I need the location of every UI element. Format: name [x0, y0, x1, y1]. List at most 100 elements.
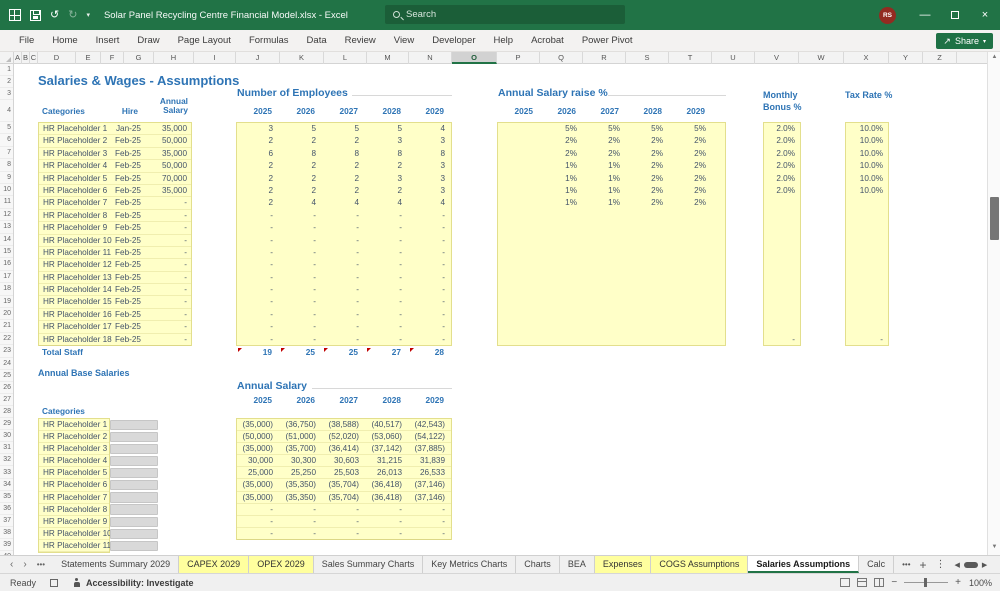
- cell[interactable]: [846, 321, 888, 333]
- cell[interactable]: 2%: [627, 173, 670, 185]
- cell[interactable]: [627, 334, 670, 346]
- row-header-2[interactable]: 2: [0, 76, 13, 88]
- row-header-27[interactable]: 27: [0, 394, 13, 406]
- sheet-prev-icon[interactable]: ‹: [10, 556, 13, 573]
- cell[interactable]: 3: [409, 173, 452, 185]
- select-all-corner[interactable]: [0, 52, 14, 64]
- base-salary-label[interactable]: HR Placeholder 2: [39, 431, 109, 444]
- cell[interactable]: [498, 235, 541, 247]
- column-header-W[interactable]: W: [799, 52, 844, 64]
- cell[interactable]: -: [280, 321, 323, 333]
- cell[interactable]: [764, 197, 800, 209]
- cell[interactable]: -: [237, 296, 280, 308]
- cell[interactable]: -: [280, 235, 323, 247]
- cell[interactable]: [584, 259, 627, 271]
- cell[interactable]: -: [237, 210, 280, 222]
- employees-total-cell[interactable]: 25: [322, 346, 365, 359]
- base-salary-label[interactable]: HR Placeholder 3: [39, 443, 109, 456]
- row-header-35[interactable]: 35: [0, 491, 13, 503]
- cell[interactable]: [584, 247, 627, 259]
- cell[interactable]: -: [280, 504, 323, 515]
- cell[interactable]: [584, 235, 627, 247]
- cell[interactable]: -: [366, 296, 409, 308]
- cell[interactable]: [627, 222, 670, 234]
- cell[interactable]: Feb-25: [113, 185, 143, 196]
- row-header-38[interactable]: 38: [0, 527, 13, 540]
- cell[interactable]: [846, 235, 888, 247]
- row-header-24[interactable]: 24: [0, 358, 13, 370]
- row-header-16[interactable]: 16: [0, 258, 13, 271]
- sheet-tab-calc[interactable]: Calc: [859, 556, 895, 573]
- cell[interactable]: 2: [280, 185, 323, 197]
- cell[interactable]: 5%: [670, 123, 713, 135]
- cell[interactable]: 8: [409, 148, 452, 160]
- zoom-slider[interactable]: [904, 578, 949, 587]
- row-header-18[interactable]: 18: [0, 283, 13, 296]
- cell[interactable]: [627, 247, 670, 259]
- cell[interactable]: 30,300: [280, 455, 323, 466]
- row-header-21[interactable]: 21: [0, 320, 13, 333]
- cell[interactable]: [846, 222, 888, 234]
- cell[interactable]: -: [280, 516, 323, 527]
- cell[interactable]: -: [409, 247, 452, 259]
- cell[interactable]: -: [237, 334, 280, 346]
- cell[interactable]: [541, 334, 584, 346]
- cell[interactable]: -: [280, 210, 323, 222]
- hscroll-thumb[interactable]: [963, 561, 978, 568]
- cell[interactable]: -: [237, 272, 280, 284]
- cell[interactable]: -: [237, 222, 280, 234]
- scroll-down-icon[interactable]: ▼: [988, 542, 1000, 553]
- cell[interactable]: 2: [323, 173, 366, 185]
- cell[interactable]: -: [409, 516, 452, 527]
- cell[interactable]: [498, 259, 541, 271]
- cell[interactable]: -: [237, 309, 280, 321]
- column-header-R[interactable]: R: [583, 52, 626, 64]
- cell[interactable]: -: [280, 247, 323, 259]
- cell[interactable]: -: [409, 235, 452, 247]
- cell[interactable]: (36,418): [366, 492, 409, 503]
- cell[interactable]: -: [323, 284, 366, 296]
- cell[interactable]: 2: [237, 197, 280, 209]
- column-header-Q[interactable]: Q: [540, 52, 583, 64]
- cell[interactable]: (53,060): [366, 431, 409, 442]
- cell[interactable]: 5: [280, 123, 323, 135]
- page-break-view-icon[interactable]: [874, 578, 885, 587]
- cell[interactable]: -: [323, 309, 366, 321]
- cell[interactable]: 50,000: [143, 135, 191, 146]
- cell[interactable]: [627, 296, 670, 308]
- base-salary-input-cell[interactable]: [110, 516, 158, 527]
- cell[interactable]: 10.0%: [846, 123, 888, 135]
- cell[interactable]: (35,000): [237, 443, 280, 454]
- column-header-F[interactable]: F: [101, 52, 124, 64]
- ribbon-tab-data[interactable]: Data: [298, 30, 336, 51]
- base-salary-input-cell[interactable]: [110, 528, 158, 539]
- cell[interactable]: [584, 309, 627, 321]
- cell[interactable]: 35,000: [143, 185, 191, 196]
- cell[interactable]: HR Placeholder 18: [39, 334, 113, 345]
- cell[interactable]: (37,885): [409, 443, 452, 454]
- cell[interactable]: [846, 259, 888, 271]
- cell[interactable]: 2.0%: [764, 185, 800, 197]
- cell[interactable]: 2%: [627, 197, 670, 209]
- cell[interactable]: [498, 296, 541, 308]
- base-salary-label[interactable]: HR Placeholder 9: [39, 516, 109, 528]
- column-header-P[interactable]: P: [497, 52, 540, 64]
- base-salary-label[interactable]: HR Placeholder 6: [39, 479, 109, 492]
- base-salary-label[interactable]: HR Placeholder 1: [39, 419, 109, 432]
- cell[interactable]: (52,020): [323, 431, 366, 442]
- sheet-tab-salaries-assumptions[interactable]: Salaries Assumptions: [748, 556, 860, 573]
- cell[interactable]: 6: [237, 148, 280, 160]
- cell[interactable]: [764, 284, 800, 296]
- column-header-Z[interactable]: Z: [923, 52, 957, 64]
- cell[interactable]: [670, 235, 713, 247]
- ribbon-tab-review[interactable]: Review: [336, 30, 385, 51]
- base-salary-input-cell[interactable]: [110, 540, 158, 551]
- cell[interactable]: -: [409, 309, 452, 321]
- cell[interactable]: 25,000: [237, 467, 280, 478]
- row-header-6[interactable]: 6: [0, 134, 13, 147]
- cell[interactable]: [764, 210, 800, 222]
- cell[interactable]: -: [237, 504, 280, 515]
- cell[interactable]: -: [323, 296, 366, 308]
- zoom-slider-thumb[interactable]: [924, 578, 928, 587]
- cell[interactable]: [627, 210, 670, 222]
